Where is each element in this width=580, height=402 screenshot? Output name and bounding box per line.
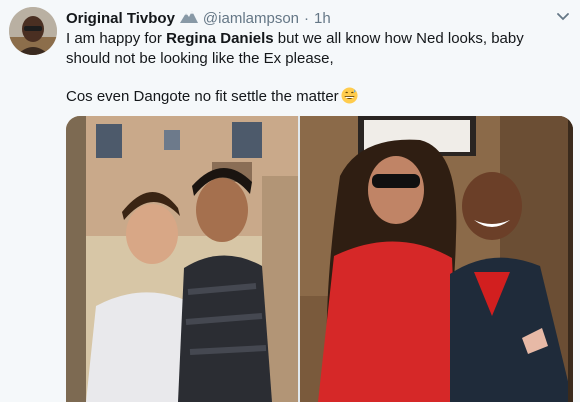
text-before-mention: I am happy for	[66, 30, 167, 47]
user-handle[interactable]: @iamlampson	[203, 10, 299, 27]
photo-1[interactable]	[66, 116, 298, 402]
tweet-text: I am happy for Regina Daniels but we all…	[66, 29, 571, 110]
media-grid[interactable]	[66, 116, 573, 402]
second-line-text: Cos even Dangote no fit settle the matte…	[66, 88, 339, 105]
photo-2[interactable]	[300, 116, 573, 402]
mention-regina-daniels: Regina Daniels	[166, 30, 274, 47]
tweet-header: Original Tivboy @iamlampson · 1h	[66, 8, 331, 28]
grinning-sweat-icon	[341, 87, 358, 110]
display-name[interactable]: Original Tivboy	[66, 10, 175, 27]
tweet-card[interactable]: Original Tivboy @iamlampson · 1h I am ha…	[0, 0, 580, 402]
avatar[interactable]	[9, 7, 57, 55]
photo-1-image	[66, 116, 298, 402]
photo-2-image	[300, 116, 573, 402]
mountain-snow-icon	[179, 9, 198, 27]
tweet-text-line-1: I am happy for Regina Daniels but we all…	[66, 29, 571, 69]
separator-dot: ·	[304, 9, 310, 27]
avatar-image	[9, 7, 57, 55]
tweet-text-line-2: Cos even Dangote no fit settle the matte…	[66, 87, 571, 110]
timestamp[interactable]: 1h	[314, 10, 331, 27]
chevron-down-icon[interactable]	[554, 10, 572, 24]
